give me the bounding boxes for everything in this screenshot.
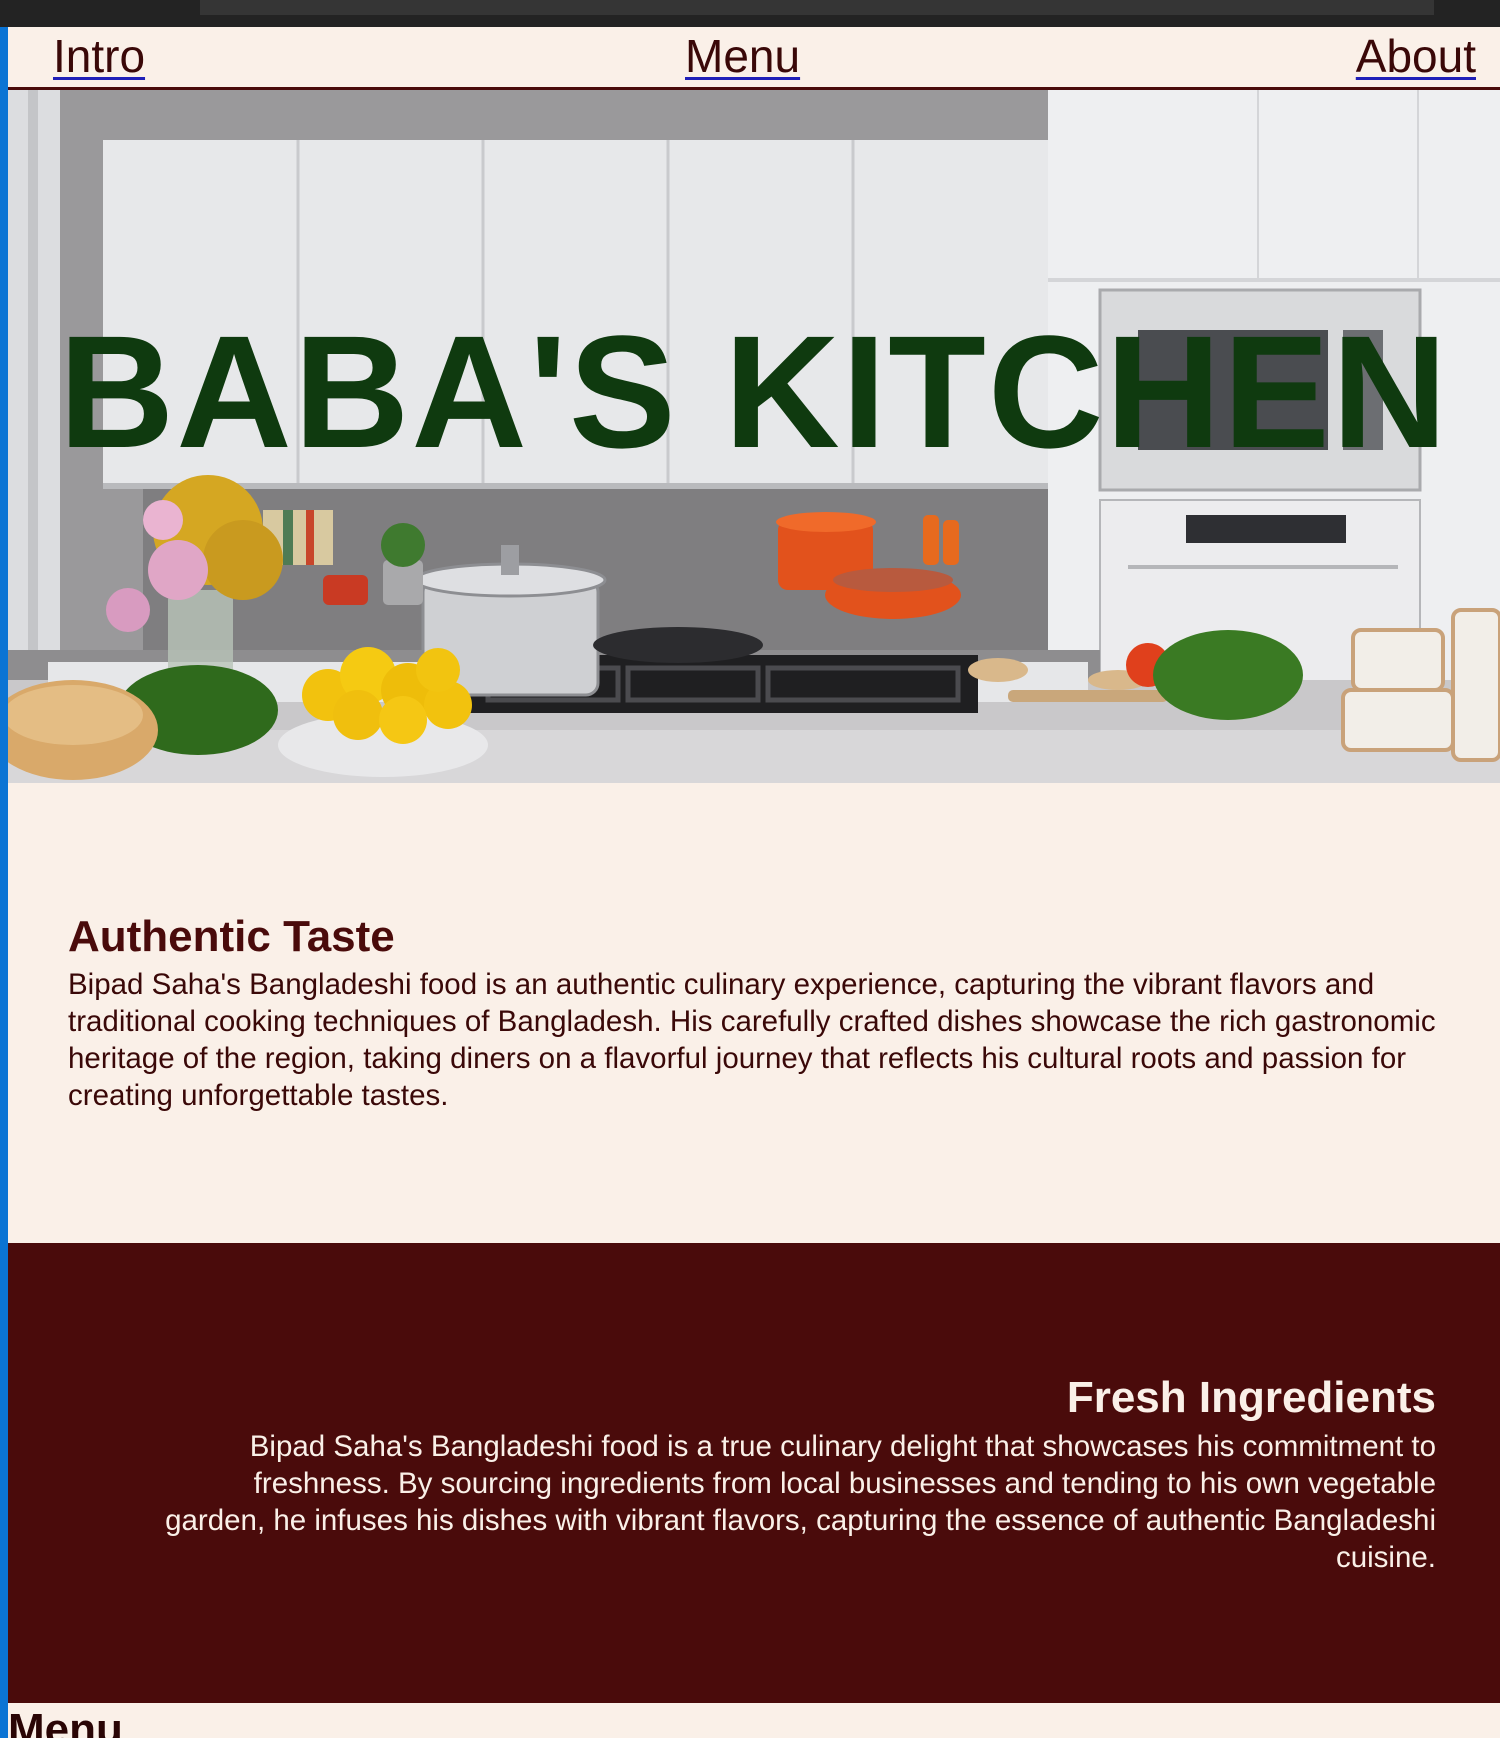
section-heading: Authentic Taste	[68, 912, 395, 961]
section-body: Bipad Saha's Bangladeshi food is a true …	[165, 1430, 1436, 1574]
top-nav: Intro Menu About	[8, 27, 1500, 90]
nav-link-about[interactable]: About	[1356, 31, 1476, 81]
fresh-ingredients-section: Fresh Ingredients Bipad Saha's Banglades…	[8, 1243, 1500, 1703]
address-bar[interactable]	[200, 0, 1434, 15]
page: Intro Menu About BABA'S KITCHEN Authenti…	[8, 27, 1500, 1738]
hero-banner: BABA'S KITCHEN	[8, 90, 1500, 783]
section-body: Bipad Saha's Bangladeshi food is an auth…	[68, 968, 1436, 1112]
nav-link-menu[interactable]: Menu	[685, 31, 800, 81]
browser-chrome	[0, 0, 1500, 27]
menu-heading: Menu	[8, 1705, 123, 1738]
hero-title: BABA'S KITCHEN	[58, 302, 1450, 481]
window-edge	[0, 27, 8, 1738]
authentic-taste-section: Authentic Taste Bipad Saha's Bangladeshi…	[8, 783, 1500, 1243]
section-heading: Fresh Ingredients	[1066, 1373, 1436, 1422]
nav-link-intro[interactable]: Intro	[53, 31, 145, 81]
